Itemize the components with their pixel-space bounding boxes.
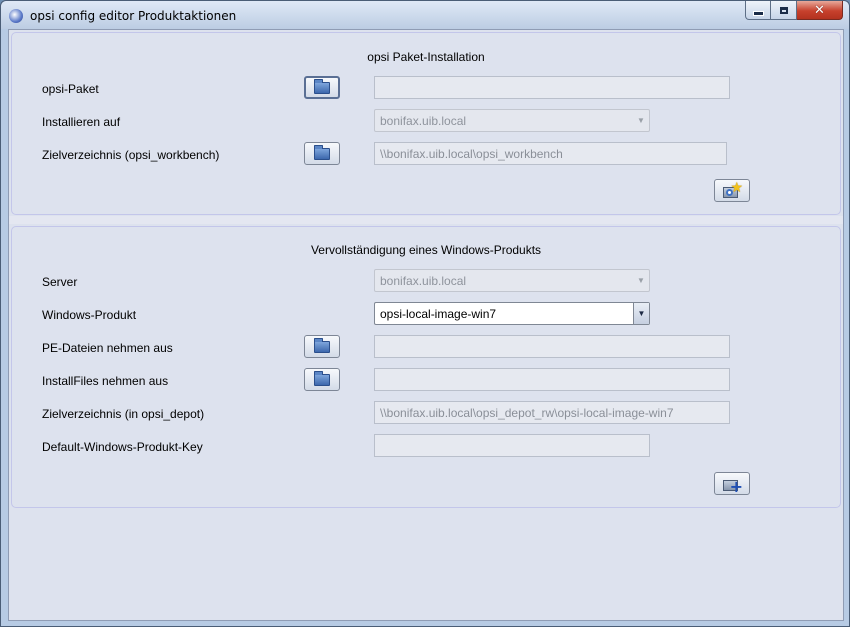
server-label: Server <box>42 275 78 289</box>
opsi-package-browse-button[interactable] <box>304 76 340 99</box>
folder-icon <box>314 337 330 353</box>
folder-icon <box>314 144 330 160</box>
chevron-down-icon: ▼ <box>637 116 645 125</box>
plus-icon: + <box>729 476 743 496</box>
chevron-down-icon: ▼ <box>637 276 645 285</box>
complete-windows-product-button[interactable]: + <box>714 472 750 495</box>
close-button[interactable]: ✕ <box>797 1 843 20</box>
install-on-label: Installieren auf <box>42 115 121 129</box>
install-on-combo[interactable]: bonifax.uib.local ▼ <box>374 109 650 132</box>
client-area: opsi Paket-Installation opsi-Paket Insta… <box>8 29 844 621</box>
install-files-field[interactable] <box>374 368 730 391</box>
pe-files-browse-button[interactable] <box>304 335 340 358</box>
server-combo[interactable]: bonifax.uib.local ▼ <box>374 269 650 292</box>
close-icon: ✕ <box>814 2 825 18</box>
depot-target-dir-label: Zielverzeichnis (in opsi_depot) <box>42 407 205 421</box>
pe-files-label: PE-Dateien nehmen aus <box>42 341 173 355</box>
install-files-browse-button[interactable] <box>304 368 340 391</box>
folder-icon <box>314 370 330 386</box>
package-install-panel: opsi Paket-Installation opsi-Paket Insta… <box>11 32 841 215</box>
title-bar[interactable]: opsi config editor Produktaktionen ✕ <box>1 1 849 29</box>
window-controls: ✕ <box>745 1 843 20</box>
maximize-button[interactable] <box>771 1 797 20</box>
app-icon <box>9 9 23 23</box>
package-install-heading: opsi Paket-Installation <box>367 50 485 64</box>
pe-files-field[interactable] <box>374 335 730 358</box>
workbench-target-dir-label: Zielverzeichnis (opsi_workbench) <box>42 148 220 162</box>
minimize-icon <box>752 10 764 16</box>
package-install-icon: ★ <box>722 178 743 200</box>
windows-product-panel: Vervollständigung eines Windows-Produkts… <box>11 226 841 508</box>
workbench-target-dir-field[interactable]: \\bonifax.uib.local\opsi_workbench <box>374 142 727 165</box>
panel-separator <box>9 216 843 224</box>
chevron-down-icon: ▼ <box>633 303 649 324</box>
opsi-package-field[interactable] <box>374 76 730 99</box>
install-files-label: InstallFiles nehmen aus <box>42 374 169 388</box>
server-value: bonifax.uib.local <box>380 274 467 288</box>
install-package-button[interactable]: ★ <box>714 179 750 202</box>
product-key-label: Default-Windows-Produkt-Key <box>42 440 203 454</box>
windows-product-label: Windows-Produkt <box>42 308 137 322</box>
depot-target-dir-field[interactable]: \\bonifax.uib.local\opsi_depot_rw\opsi-l… <box>374 401 730 424</box>
minimize-button[interactable] <box>745 1 771 20</box>
folder-icon <box>314 78 330 94</box>
install-on-value: bonifax.uib.local <box>380 114 467 128</box>
app-window: opsi config editor Produktaktionen ✕ ops… <box>0 0 850 627</box>
star-icon: ★ <box>730 178 743 195</box>
opsi-package-label: opsi-Paket <box>42 82 99 96</box>
product-key-field[interactable] <box>374 434 650 457</box>
windows-product-heading: Vervollständigung eines Windows-Produkts <box>310 243 542 257</box>
workbench-target-dir-browse-button[interactable] <box>304 142 340 165</box>
package-add-icon: + <box>722 475 743 496</box>
maximize-icon <box>779 6 788 14</box>
windows-product-value: opsi-local-image-win7 <box>380 307 497 321</box>
windows-product-combo[interactable]: opsi-local-image-win7 ▼ <box>374 302 650 325</box>
window-title: opsi config editor Produktaktionen <box>30 9 237 23</box>
